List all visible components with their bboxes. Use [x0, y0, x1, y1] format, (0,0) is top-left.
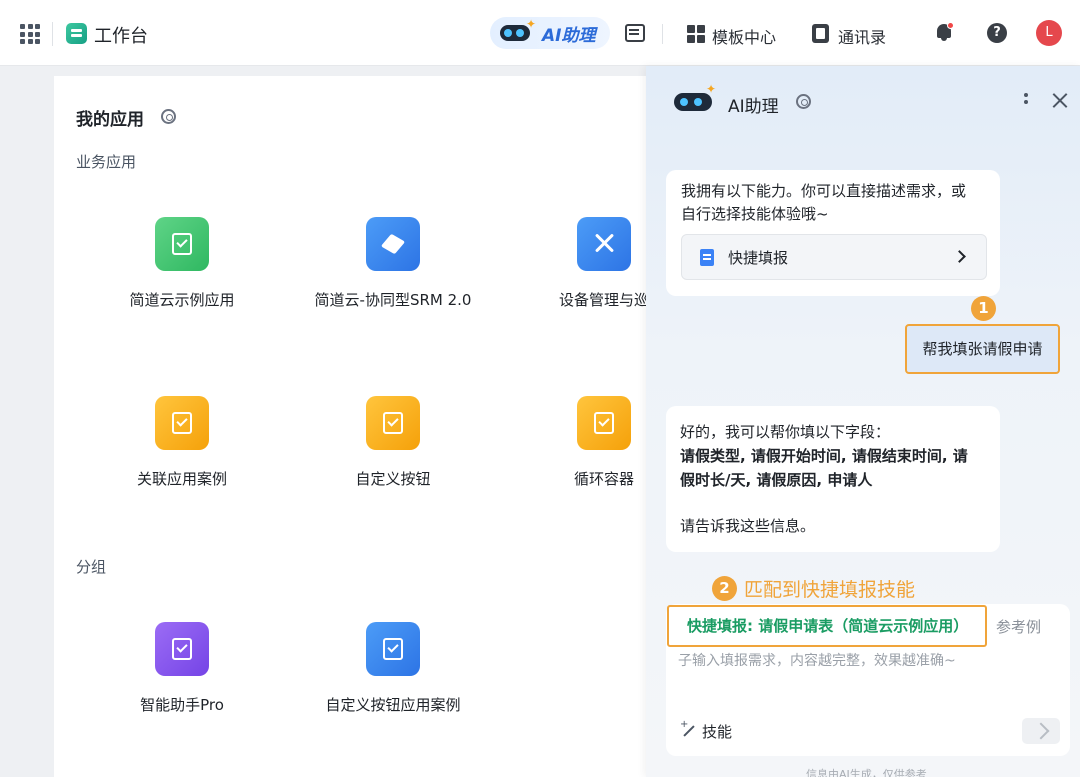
app-tile[interactable]: 简道云示例应用	[72, 217, 292, 310]
intro-text-line: 自行选择技能体验哦~	[681, 205, 829, 223]
app-name: 关联应用案例	[136, 470, 227, 488]
app-name: 智能助手Pro	[140, 696, 224, 714]
close-icon[interactable]	[1052, 92, 1068, 108]
ai-disclaimer: 信息由AI生成，仅供参考	[806, 768, 927, 777]
group-section-label: 分组	[76, 558, 107, 576]
ai-assistant-label: AI助理	[542, 25, 596, 46]
matched-skill-chip[interactable]: 快捷填报: 请假申请表（简道云示例应用）	[667, 605, 987, 647]
app-cube-icon	[366, 217, 420, 271]
app-check-icon	[366, 622, 420, 676]
skill-option-label: 快捷填报	[728, 248, 789, 267]
app-check-icon	[155, 396, 209, 450]
ai-settings-gear-icon[interactable]	[796, 94, 811, 109]
ai-assistant-button[interactable]: ✦ AI助理	[490, 17, 610, 49]
app-check-icon	[366, 396, 420, 450]
magic-wand-icon	[680, 719, 696, 738]
reply-fields: 假时长/天, 请假原因, 申请人	[680, 471, 873, 489]
quick-fill-skill-option[interactable]: 快捷填报	[681, 234, 987, 280]
contacts-link[interactable]: 通讯录	[838, 24, 886, 48]
chat-input-card: 快捷填报: 请假申请表（简道云示例应用） 参考例 子输入填报需求，内容越完整，效…	[666, 604, 1070, 756]
app-name: 简道云示例应用	[129, 291, 235, 309]
app-check-icon	[155, 622, 209, 676]
app-grid-icon[interactable]	[20, 24, 40, 44]
notification-bell-icon[interactable]	[935, 22, 954, 42]
skill-match-annotation: 匹配到快捷填报技能	[744, 579, 916, 601]
reply-text: 好的，我可以帮你填以下字段：	[680, 423, 891, 441]
divider	[52, 22, 53, 46]
step-1-badge: 1	[971, 296, 996, 321]
ai-panel-title: AI助理	[728, 97, 779, 117]
skills-button-label: 技能	[702, 722, 733, 741]
app-tile[interactable]: 简道云-协同型SRM 2.0	[283, 217, 503, 310]
more-vertical-icon[interactable]	[1024, 93, 1030, 111]
app-tile[interactable]: 自定义按钮应用案例	[283, 622, 503, 715]
business-apps-section-label: 业务应用	[76, 153, 137, 171]
app-tile[interactable]: 自定义按钮	[283, 396, 503, 489]
sparkle-icon: ✦	[526, 17, 537, 31]
chevron-right-icon	[953, 250, 966, 263]
workspace-title: 工作台	[94, 26, 148, 47]
form-card-icon[interactable]	[625, 24, 645, 42]
assistant-intro-bubble: 我拥有以下能力。你可以直接描述需求，或 自行选择技能体验哦~ 快捷填报	[666, 170, 1000, 296]
ai-assistant-panel: ✦ AI助理 我拥有以下能力。你可以直接描述需求，或 自行选择技能体验哦~ 快捷…	[646, 66, 1080, 777]
user-message-bubble: 帮我填张请假申请	[905, 324, 1060, 374]
app-tools-icon	[577, 217, 631, 271]
step-2-badge: 2	[712, 576, 737, 601]
assistant-reply-bubble: 好的，我可以帮你填以下字段： 请假类型, 请假开始时间, 请假结束时间, 请 假…	[666, 406, 1000, 552]
my-apps-settings-gear-icon[interactable]	[161, 109, 176, 124]
intro-text-line: 我拥有以下能力。你可以直接描述需求，或	[681, 182, 967, 200]
reply-ask-text: 请告诉我这些信息。	[680, 517, 816, 535]
help-icon[interactable]: ?	[987, 23, 1007, 43]
app-name: 简道云-协同型SRM 2.0	[314, 291, 472, 309]
top-bar: 工作台 ✦ AI助理 模板中心 通讯录 ? L	[0, 0, 1080, 66]
unread-dot	[947, 22, 954, 29]
app-name: 自定义按钮应用案例	[325, 696, 461, 714]
app-check-icon	[155, 217, 209, 271]
template-center-icon	[687, 25, 705, 43]
user-avatar[interactable]: L	[1036, 20, 1062, 46]
chat-input-field[interactable]: 子输入填报需求，内容越完整，效果越准确~	[678, 650, 956, 670]
app-tile[interactable]: 关联应用案例	[72, 396, 292, 489]
my-apps-title: 我的应用	[76, 110, 144, 130]
workspace-logo-icon	[66, 23, 87, 44]
sparkle-icon: ✦	[706, 82, 717, 96]
reference-example-link[interactable]: 参考例	[996, 616, 1041, 637]
contacts-icon	[812, 24, 829, 43]
app-check-icon	[577, 396, 631, 450]
reply-fields: 请假类型, 请假开始时间, 请假结束时间, 请	[680, 447, 968, 465]
app-tile[interactable]: 智能助手Pro	[72, 622, 292, 715]
divider	[662, 24, 663, 44]
app-name: 自定义按钮	[355, 470, 431, 488]
document-icon	[700, 248, 714, 266]
template-center-link[interactable]: 模板中心	[712, 24, 776, 48]
send-button[interactable]	[1022, 718, 1060, 744]
skills-button[interactable]: 技能	[676, 716, 740, 746]
